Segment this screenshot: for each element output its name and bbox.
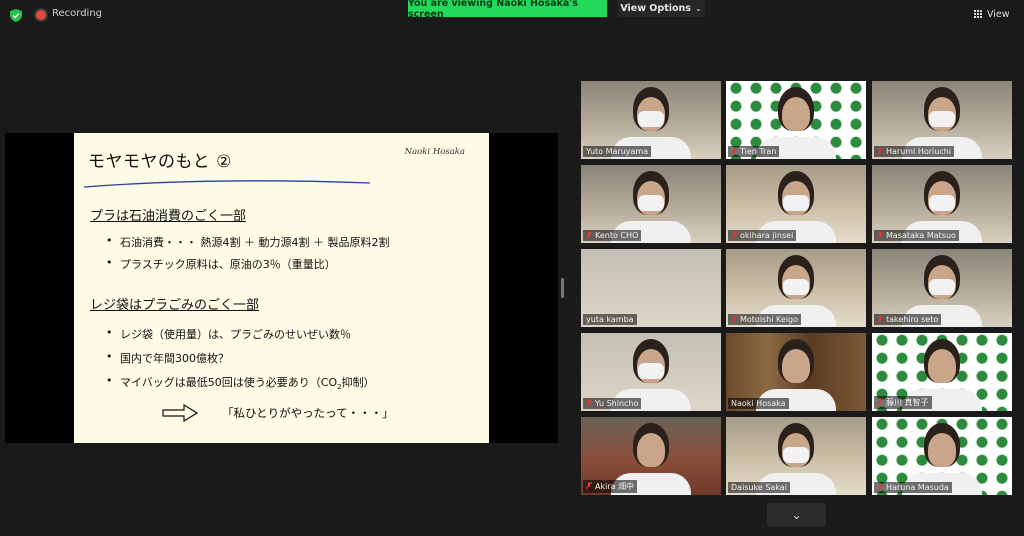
participant-tile[interactable]: Harumi Horiuchi	[872, 81, 1012, 159]
participant-name-label: Yu Shincho	[583, 398, 642, 409]
view-label: View	[987, 8, 1010, 20]
participant-tile[interactable]: Naoki Hosaka	[726, 333, 866, 411]
participant-tile[interactable]: 藤川 真智子	[872, 333, 1012, 411]
conclusion-text: 「私ひとりがやったって・・・」	[222, 406, 394, 420]
slide-author: Naoki Hosaka	[404, 147, 465, 157]
participant-name-label: Motoishi Keigo	[728, 314, 802, 325]
mic-muted-icon	[877, 398, 883, 405]
participant-name-label: Daisuke Sakai	[728, 482, 790, 493]
participant-name-label: okihara jinsei	[728, 230, 797, 241]
bullet-mybag-uses: マイバッグは最低50回は使う必要あり（CO2抑制）	[106, 374, 375, 391]
participant-name-label: Haruna Masuda	[874, 482, 952, 493]
mic-muted-icon	[731, 148, 737, 155]
chevron-down-icon: ⌄	[791, 508, 802, 522]
participant-tile[interactable]: Yuto Maruyama	[581, 81, 721, 159]
shared-screen[interactable]: モヤモヤのもと ② Naoki Hosaka プラは石油消費のごく一部 石油消費…	[5, 133, 558, 443]
view-button[interactable]: View	[974, 6, 1018, 22]
participant-tile[interactable]: yuta kamba	[581, 249, 721, 327]
participant-name-label: Tien Tran	[728, 146, 780, 157]
participant-name: Haruna Masuda	[886, 483, 949, 492]
face-mask	[638, 195, 664, 211]
participant-name-label: Yuto Maruyama	[583, 146, 652, 157]
right-arrow-icon	[162, 404, 198, 422]
gallery-page-down-button[interactable]: ⌄	[767, 503, 826, 527]
participant-face	[637, 433, 665, 467]
view-options-label: View Options	[620, 3, 691, 14]
participant-tile[interactable]: Daisuke Sakai	[726, 417, 866, 495]
participant-tile[interactable]: Kento CHO	[581, 165, 721, 243]
section-heading-oil: プラは石油消費のごく一部	[90, 209, 247, 224]
participant-name: Akira 畑中	[595, 482, 635, 491]
participant-name: Yuto Maruyama	[586, 147, 649, 156]
title-underline-swoosh	[83, 180, 371, 188]
mic-muted-icon	[586, 232, 592, 239]
face-mask	[638, 111, 664, 127]
face-mask	[929, 111, 955, 127]
participant-name-label: Masataka Matsuo	[874, 230, 959, 241]
split-resize-handle[interactable]	[561, 278, 564, 298]
shield-check-icon[interactable]	[10, 9, 22, 22]
participant-tile[interactable]: Masataka Matsuo	[872, 165, 1012, 243]
participant-tile[interactable]: Haruna Masuda	[872, 417, 1012, 495]
participant-name: Motoishi Keigo	[740, 315, 799, 324]
conclusion-row: 「私ひとりがやったって・・・」	[162, 404, 394, 422]
participant-tile[interactable]: Yu Shincho	[581, 333, 721, 411]
face-mask	[783, 447, 809, 463]
participant-name: Daisuke Sakai	[731, 483, 787, 492]
mic-muted-icon	[877, 232, 883, 239]
participant-name-label: Akira 畑中	[583, 480, 638, 493]
face-mask	[929, 195, 955, 211]
participant-name: Yu Shincho	[595, 399, 639, 408]
mic-muted-icon	[586, 482, 592, 489]
participant-face	[928, 349, 956, 383]
participant-face	[782, 349, 810, 383]
participant-name: Tien Tran	[740, 147, 777, 156]
chevron-down-icon: ⌄	[694, 4, 702, 13]
participant-tile[interactable]: Tien Tran	[726, 81, 866, 159]
participant-name: Kento CHO	[595, 231, 639, 240]
participant-name: 藤川 真智子	[886, 398, 929, 407]
face-mask	[638, 363, 664, 379]
mic-muted-icon	[731, 232, 737, 239]
face-mask	[929, 279, 955, 295]
face-mask	[783, 279, 809, 295]
participant-tile[interactable]: okihara jinsei	[726, 165, 866, 243]
bullet-plastic-raw-material: プラスチック原料は、原油の3％（重量比）	[106, 256, 336, 272]
participant-name: Masataka Matsuo	[886, 231, 956, 240]
grid-icon	[974, 9, 983, 19]
participant-face	[928, 433, 956, 467]
participant-name-label: takehiro seto	[874, 314, 942, 325]
section-heading-bags: レジ袋はプラごみのごく一部	[90, 298, 260, 313]
presentation-slide: モヤモヤのもと ② Naoki Hosaka プラは石油消費のごく一部 石油消費…	[74, 133, 489, 443]
participant-name: okihara jinsei	[740, 231, 794, 240]
slide-title: モヤモヤのもと ②	[88, 152, 232, 172]
record-dot-icon[interactable]	[36, 10, 46, 20]
mic-muted-icon	[877, 148, 883, 155]
participant-name: takehiro seto	[886, 315, 939, 324]
participant-name-label: 藤川 真智子	[874, 396, 932, 409]
participant-tile[interactable]: takehiro seto	[872, 249, 1012, 327]
viewing-screen-banner: You are viewing Naoki Hosaka's screen	[408, 0, 607, 20]
bullet-bag-share: レジ袋（使用量）は、プラごみのせいぜい数％	[106, 326, 351, 342]
mic-muted-icon	[877, 484, 883, 491]
recording-label[interactable]: Recording	[52, 8, 102, 19]
participant-name: yuta kamba	[586, 315, 634, 324]
participant-tile[interactable]: Motoishi Keigo	[726, 249, 866, 327]
mic-muted-icon	[877, 316, 883, 323]
participant-face	[782, 97, 810, 131]
face-mask	[783, 195, 809, 211]
mic-muted-icon	[731, 316, 737, 323]
participant-name: Naoki Hosaka	[731, 399, 786, 408]
participant-name-label: Naoki Hosaka	[728, 398, 789, 409]
participant-name-label: yuta kamba	[583, 314, 637, 325]
participant-tile[interactable]: Akira 畑中	[581, 417, 721, 495]
bullet-annual-bags: 国内で年間300億枚？	[106, 350, 229, 366]
participant-name-label: Harumi Horiuchi	[874, 146, 955, 157]
participant-name: Harumi Horiuchi	[886, 147, 952, 156]
bullet-oil-consumption: 石油消費・・・ 熱源4割 ＋ 動力源4割 ＋ 製品原料2割	[106, 234, 390, 250]
zoom-meeting-window: Recording You are viewing Naoki Hosaka's…	[0, 0, 1024, 536]
view-options-button[interactable]: View Options ⌄	[617, 0, 705, 17]
mic-muted-icon	[586, 400, 592, 407]
participant-name-label: Kento CHO	[583, 230, 642, 241]
